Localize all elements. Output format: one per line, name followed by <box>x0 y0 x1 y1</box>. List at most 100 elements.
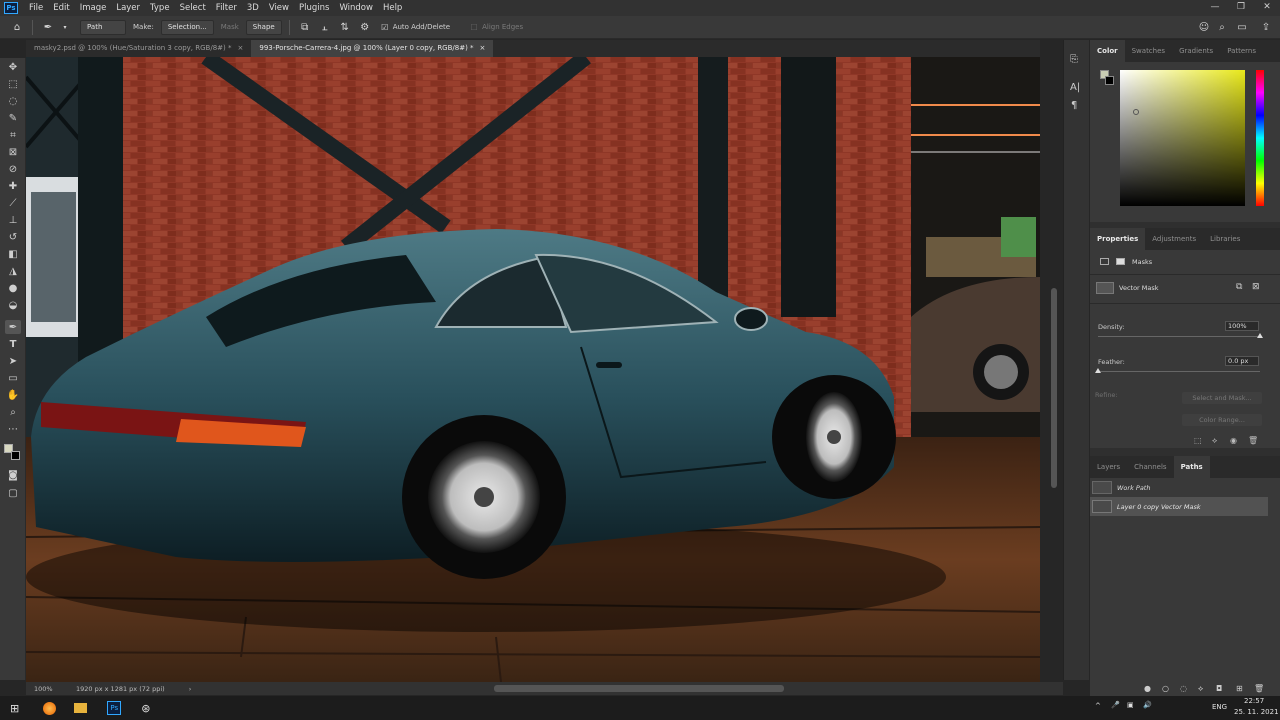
new-path-icon[interactable]: ⊞ <box>1236 684 1243 693</box>
select-mask-icon[interactable]: ⧉ <box>1236 282 1242 292</box>
menu-view[interactable]: View <box>264 3 294 13</box>
photoshop-taskbar-icon[interactable]: Ps <box>107 701 122 715</box>
menu-plugins[interactable]: Plugins <box>294 3 334 13</box>
crop-tool-icon[interactable]: ⌗ <box>5 128 21 142</box>
minimize-icon[interactable]: — <box>1202 0 1228 16</box>
gear-icon[interactable]: ⚙ <box>358 20 372 34</box>
menu-3d[interactable]: 3D <box>242 3 264 13</box>
menu-file[interactable]: File <box>24 3 48 13</box>
dodge-tool-icon[interactable]: ◒ <box>5 298 21 312</box>
menu-type[interactable]: Type <box>145 3 175 13</box>
delete-path-icon[interactable]: 🗑 <box>1254 684 1264 693</box>
clock-date[interactable]: 25. 11. 2021 <box>1234 708 1279 716</box>
document-canvas[interactable] <box>26 57 1040 682</box>
close-icon[interactable]: ✕ <box>1254 0 1280 16</box>
menu-select[interactable]: Select <box>175 3 211 13</box>
volume-icon[interactable]: 🔊 <box>1143 701 1152 709</box>
load-selection-icon[interactable]: ⬚ <box>1194 436 1202 445</box>
network-icon[interactable]: ▣ <box>1127 701 1134 709</box>
tool-mode-select[interactable]: Path <box>80 19 126 35</box>
color-field[interactable] <box>1120 70 1245 206</box>
vertical-scroll-thumb[interactable] <box>1051 288 1057 488</box>
pen-tool-preset-icon[interactable]: ✒ <box>41 20 55 34</box>
app-icon[interactable]: ⊛ <box>141 702 150 715</box>
vector-mask-icon[interactable] <box>1116 258 1125 265</box>
lasso-tool-icon[interactable]: ◌ <box>5 94 21 108</box>
screen-mode-icon[interactable]: ▢ <box>5 486 21 500</box>
search-icon[interactable]: ⌕ <box>1215 20 1229 34</box>
tab-swatches[interactable]: Swatches <box>1125 40 1172 62</box>
feather-slider-track[interactable] <box>1098 371 1260 372</box>
menu-filter[interactable]: Filter <box>211 3 242 13</box>
chevron-up-icon[interactable]: ^ <box>1095 702 1101 710</box>
close-tab-icon[interactable]: × <box>237 40 243 57</box>
pixel-mask-icon[interactable] <box>1100 258 1109 265</box>
paragraph-panel-icon[interactable]: ¶ <box>1071 100 1077 111</box>
tab-properties[interactable]: Properties <box>1090 228 1146 250</box>
apply-icon[interactable]: ⟡ <box>1212 436 1217 446</box>
character-panel-icon[interactable]: A| <box>1070 82 1080 93</box>
path-arrangement-icon[interactable]: ⇅ <box>338 20 352 34</box>
blur-tool-icon[interactable]: ● <box>5 281 21 295</box>
selection-button[interactable]: Selection... <box>160 19 214 35</box>
path-selection-tool-icon[interactable]: ➤ <box>5 354 21 368</box>
auto-add-delete-checkbox[interactable]: ☑ <box>378 20 392 34</box>
background-color-swatch[interactable] <box>1105 76 1114 85</box>
tab-patterns[interactable]: Patterns <box>1220 40 1263 62</box>
eyedropper-tool-icon[interactable]: ⊘ <box>5 162 21 176</box>
stroke-path-icon[interactable]: ○ <box>1162 684 1169 693</box>
menu-image[interactable]: Image <box>75 3 112 13</box>
tab-porsche[interactable]: 993-Porsche-Carrera-4.jpg @ 100% (Layer … <box>251 40 494 57</box>
add-mask-icon[interactable]: ◘ <box>1216 684 1222 693</box>
feather-slider-thumb[interactable] <box>1095 368 1101 373</box>
more-tools-icon[interactable]: ⋯ <box>5 422 21 436</box>
chevron-down-icon[interactable]: ▾ <box>58 20 72 34</box>
microphone-icon[interactable]: 🎤 <box>1111 701 1120 709</box>
file-explorer-icon[interactable] <box>74 703 88 713</box>
horizontal-scroll-thumb[interactable] <box>494 685 784 692</box>
history-brush-tool-icon[interactable]: ↺ <box>5 230 21 244</box>
quick-selection-tool-icon[interactable]: ✎ <box>5 111 21 125</box>
chevron-right-icon[interactable]: › <box>189 685 192 693</box>
share-upload-icon[interactable]: ⇪ <box>1259 20 1273 34</box>
visibility-icon[interactable]: ◉ <box>1230 436 1237 445</box>
density-slider-track[interactable] <box>1098 336 1260 337</box>
pen-tool-icon[interactable]: ✒ <box>5 320 21 334</box>
apply-mask-icon[interactable]: ⊠ <box>1252 282 1260 292</box>
menu-window[interactable]: Window <box>334 3 378 13</box>
clock-time[interactable]: 22:57 <box>1244 697 1264 705</box>
windows-start-icon[interactable]: ⊞ <box>10 702 19 715</box>
rectangle-tool-icon[interactable]: ▭ <box>5 371 21 385</box>
color-picker-cursor[interactable] <box>1133 109 1139 115</box>
hand-tool-icon[interactable]: ✋ <box>5 388 21 402</box>
shape-button[interactable]: Shape <box>245 19 282 35</box>
eraser-tool-icon[interactable]: ◧ <box>5 247 21 261</box>
zoom-tool-icon[interactable]: ⌕ <box>5 405 21 419</box>
color-range-button[interactable]: Color Range... <box>1182 414 1262 426</box>
zoom-level[interactable]: 100% <box>34 685 70 693</box>
select-and-mask-button[interactable]: Select and Mask... <box>1182 392 1262 404</box>
tab-libraries[interactable]: Libraries <box>1203 228 1247 250</box>
list-item[interactable]: Layer 0 copy Vector Mask <box>1090 497 1268 516</box>
make-work-path-icon[interactable]: ⟡ <box>1198 684 1203 694</box>
density-slider-thumb[interactable] <box>1257 333 1263 338</box>
align-edges-checkbox[interactable]: ☐ <box>467 20 481 34</box>
tab-color[interactable]: Color <box>1090 40 1125 62</box>
clone-stamp-tool-icon[interactable]: ⊥ <box>5 213 21 227</box>
background-color-swatch[interactable] <box>11 451 20 460</box>
home-icon[interactable]: ⌂ <box>10 20 24 34</box>
menu-help[interactable]: Help <box>378 3 407 13</box>
path-operations-icon[interactable]: ⧉ <box>298 20 312 34</box>
tab-gradients[interactable]: Gradients <box>1172 40 1220 62</box>
language-indicator[interactable]: ENG <box>1212 703 1227 711</box>
marquee-tool-icon[interactable]: ⬚ <box>5 77 21 91</box>
menu-edit[interactable]: Edit <box>48 3 74 13</box>
healing-brush-tool-icon[interactable]: ✚ <box>5 179 21 193</box>
fill-path-icon[interactable]: ● <box>1144 684 1151 693</box>
brush-tool-icon[interactable]: ⟋ <box>5 196 21 210</box>
density-input[interactable]: 100% <box>1225 321 1259 331</box>
hue-slider[interactable] <box>1256 70 1264 206</box>
list-item[interactable]: Work Path <box>1090 478 1280 497</box>
document-info[interactable]: 1920 px x 1281 px (72 ppi) <box>76 685 165 693</box>
quick-mask-icon[interactable]: ◙ <box>5 468 21 482</box>
